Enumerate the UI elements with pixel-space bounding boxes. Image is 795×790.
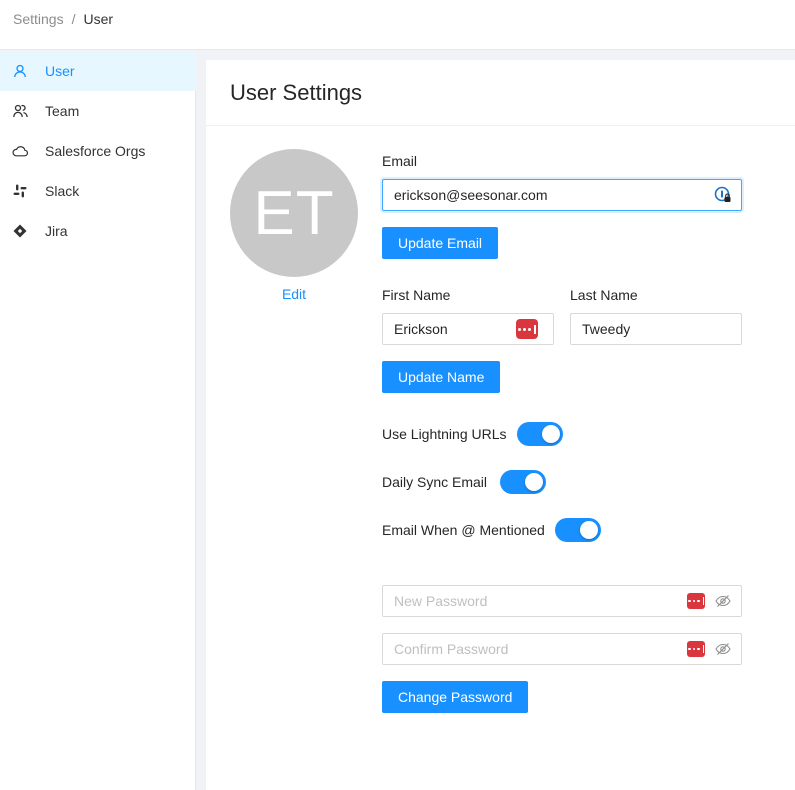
sidebar-item-slack[interactable]: Slack (0, 171, 196, 211)
sidebar-item-label: Salesforce Orgs (45, 143, 146, 159)
breadcrumb-current: User (83, 11, 114, 27)
update-name-button[interactable]: Update Name (382, 361, 501, 393)
toggle-knob (580, 521, 598, 539)
user-icon (12, 63, 28, 79)
last-name-label: Last Name (570, 287, 638, 303)
top-header: Settings / User (0, 0, 795, 50)
sidebar-item-user[interactable]: User (0, 51, 196, 91)
email-when-mentioned-label: Email When @ Mentioned (382, 522, 545, 538)
breadcrumb: Settings / User (13, 10, 113, 28)
daily-sync-email-label: Daily Sync Email (382, 474, 488, 490)
slack-icon (12, 183, 28, 199)
panel-header: User Settings (206, 60, 795, 126)
email-label: Email (382, 153, 418, 169)
page-title: User Settings (230, 80, 363, 105)
toggle-knob (525, 473, 543, 491)
edit-avatar-link[interactable]: Edit (230, 285, 358, 303)
lightning-urls-label: Use Lightning URLs (382, 426, 507, 442)
password-manager-icon[interactable] (687, 641, 705, 657)
toggle-knob (542, 425, 560, 443)
sidebar-item-salesforce-orgs[interactable]: Salesforce Orgs (0, 131, 196, 171)
daily-sync-email-toggle[interactable] (500, 470, 546, 494)
first-name-label: First Name (382, 287, 451, 303)
avatar: ET (230, 149, 358, 277)
breadcrumb-separator: / (71, 11, 76, 27)
password-manager-icon[interactable] (516, 319, 538, 339)
sidebar-item-label: Jira (45, 223, 68, 239)
eye-invisible-icon[interactable] (715, 593, 731, 609)
change-password-button[interactable]: Change Password (382, 681, 529, 713)
cloud-icon (12, 143, 28, 159)
user-settings-panel: User Settings ET Edit Email Update Email… (206, 60, 795, 790)
email-when-mentioned-toggle[interactable] (555, 518, 601, 542)
breadcrumb-settings-link[interactable]: Settings (13, 11, 64, 27)
sidebar-item-jira[interactable]: Jira (0, 211, 196, 251)
password-manager-icon[interactable] (687, 593, 705, 609)
eye-invisible-icon[interactable] (715, 641, 731, 657)
sidebar-item-label: Slack (45, 183, 80, 199)
last-name-input[interactable] (570, 313, 742, 345)
jira-icon (12, 223, 28, 239)
email-input[interactable] (382, 179, 742, 211)
sidebar-item-label: User (45, 63, 75, 79)
team-icon (12, 103, 28, 119)
lightning-urls-toggle[interactable] (517, 422, 563, 446)
sidebar-item-team[interactable]: Team (0, 91, 196, 131)
update-email-button[interactable]: Update Email (382, 227, 499, 259)
password-manager-icon[interactable] (714, 186, 732, 204)
sidebar-item-label: Team (45, 103, 80, 119)
sidebar: User Team Salesforce Orgs Slack Jira (0, 51, 196, 790)
